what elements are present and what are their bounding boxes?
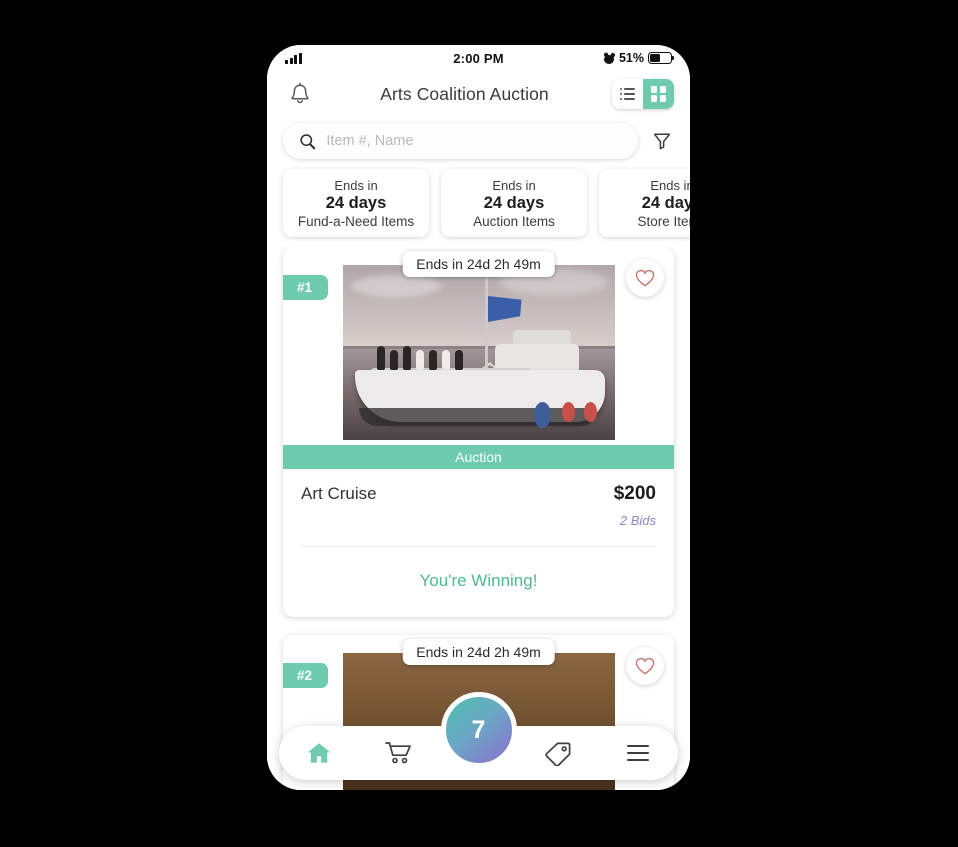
item-price: $200 <box>613 483 656 504</box>
list-item[interactable]: #1 Ends in 24d 2h 49m Auction Art Cruise… <box>283 247 674 617</box>
category-name: Store Items <box>637 213 690 229</box>
battery-percent: 51% <box>618 51 644 65</box>
item-title-row: Art Cruise $200 <box>301 483 656 505</box>
category-ends-label: Ends in <box>492 177 536 193</box>
list-view-icon <box>619 87 636 101</box>
item-name: Art Cruise <box>301 484 377 503</box>
item-photo <box>342 265 615 440</box>
favorite-button[interactable] <box>626 259 664 297</box>
app-header: Arts Coalition Auction <box>267 71 690 117</box>
phone-frame: 2:00 PM 51% Arts Coalition Auction Item … <box>267 45 690 790</box>
shopping-cart-icon <box>384 742 411 764</box>
filter-button[interactable] <box>650 131 674 151</box>
category-name: Fund-a-Need Items <box>297 213 415 229</box>
list-view-button[interactable] <box>612 79 643 109</box>
fab-count: 7 <box>471 715 486 744</box>
category-card[interactable]: Ends in 24 days Fund-a-Need Items <box>283 169 429 237</box>
status-bar-time: 2:00 PM <box>453 50 504 66</box>
category-days: 24 days <box>641 193 690 212</box>
grid-view-icon <box>650 86 667 102</box>
hamburger-menu-icon <box>627 744 650 762</box>
heart-outline-icon <box>635 657 655 675</box>
status-bar: 2:00 PM 51% <box>267 45 690 71</box>
tag-icon <box>545 742 571 766</box>
home-icon <box>307 743 331 763</box>
favorite-button[interactable] <box>626 647 664 685</box>
category-name: Auction Items <box>473 213 555 229</box>
category-strip[interactable]: Ends in 24 days Fund-a-Need Items Ends i… <box>267 165 690 247</box>
item-status-message: You're Winning! <box>419 571 538 590</box>
tab-cart[interactable] <box>359 740 439 766</box>
countdown-pill: Ends in 24d 2h 49m <box>402 639 555 665</box>
tab-menu[interactable] <box>598 744 678 762</box>
search-row <box>267 117 690 165</box>
center-action-button[interactable]: 7 <box>440 692 517 768</box>
heart-outline-icon <box>635 269 655 287</box>
rank-badge: #2 <box>283 663 329 688</box>
category-card[interactable]: Ends in 24 days Auction Items <box>441 169 587 237</box>
signal-bars-icon <box>285 52 365 64</box>
alarm-clock-icon <box>603 51 616 64</box>
category-days: 24 days <box>325 193 387 212</box>
countdown-pill: Ends in 24d 2h 49m <box>402 251 555 277</box>
page-title: Arts Coalition Auction <box>380 83 549 104</box>
battery-icon <box>648 52 675 64</box>
filter-funnel-icon <box>653 133 671 150</box>
item-body: Art Cruise $200 2 Bids You're Winning! <box>283 469 674 617</box>
grid-view-button[interactable] <box>643 79 674 109</box>
item-bid-count: 2 Bids <box>619 513 656 528</box>
category-card[interactable]: Ends in 24 days Store Items <box>599 169 690 237</box>
item-type-bar: Auction <box>283 445 674 469</box>
search-input[interactable] <box>326 133 622 149</box>
category-ends-label: Ends in <box>334 177 378 193</box>
notifications-button[interactable] <box>283 82 317 106</box>
item-media: #1 Ends in 24d 2h 49m <box>283 247 674 445</box>
search-icon <box>300 133 316 149</box>
category-ends-label: Ends in <box>650 177 690 193</box>
tab-home[interactable] <box>279 740 359 766</box>
bell-icon <box>291 82 309 104</box>
rank-badge: #1 <box>283 275 329 300</box>
tab-tags[interactable] <box>518 740 598 766</box>
search-box[interactable] <box>283 123 638 159</box>
status-bar-right: 51% <box>592 51 675 65</box>
view-mode-toggle[interactable] <box>612 79 674 109</box>
category-days: 24 days <box>483 193 545 212</box>
